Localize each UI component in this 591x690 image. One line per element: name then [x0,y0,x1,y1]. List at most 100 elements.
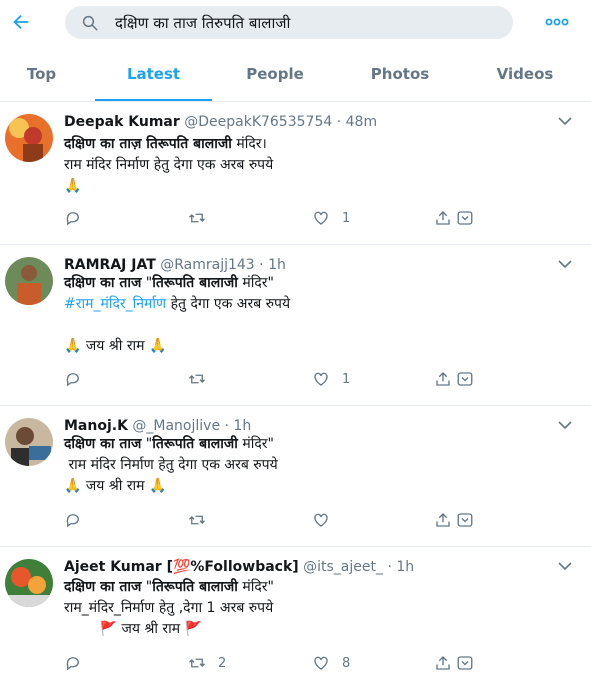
tab-videos[interactable]: Videos [465,48,585,101]
more-icon[interactable] [545,12,569,32]
tab-label: Videos [496,65,554,83]
save-button[interactable] [456,510,474,530]
like-button[interactable]: 1 [312,208,350,228]
avatar[interactable] [5,114,53,162]
like-icon [314,211,328,225]
tab-label: Latest [126,65,181,83]
search-input[interactable]: दक्षिण का ताज तिरुपति बालाजी [115,13,290,33]
share-button[interactable] [434,653,452,673]
tweet-actions: 1 [64,208,484,228]
tweet-text-line: राम मंदिर निर्माण हेतु देगा एक अरब रुपये [64,457,278,473]
tweet-text-bold: दक्षिण का ताज [64,436,142,452]
caret-down-icon[interactable] [558,561,572,571]
share-icon [436,211,450,225]
reply-icon [66,657,79,671]
tweet[interactable]: Deepak Kumar @DeepakK76535754 · 48m दक्ष… [0,102,591,245]
tweet-text-bold: तिरूपति बालाजी [152,275,238,291]
save-icon [457,211,473,225]
avatar[interactable] [5,418,53,466]
tweet-text-part: हेतु देगा एक अरब रुपये [166,296,291,312]
tweet-text-bold: दक्षिण का ताज [64,579,142,595]
tweet[interactable]: RAMRAJ JAT @Ramrajj143 · 1h दक्षिण का ता… [0,245,591,406]
tweet-text-bold: तिरूपति बालाजी [152,436,238,452]
search-box[interactable]: दक्षिण का ताज तिरुपति बालाजी [65,6,513,39]
share-button[interactable] [434,510,452,530]
tweet-text-line: राम_मंदिर_निर्माण हेतु ,देगा 1 अरब रुपये [64,600,274,616]
reply-button[interactable] [64,653,94,673]
like-count: 1 [342,210,351,226]
tweet-text: दक्षिण का ताज "तिरूपति बालाजी मंदिर" राम… [64,577,274,640]
separator: · [259,257,264,273]
tab-latest[interactable]: Latest [95,48,212,101]
separator: · [387,559,392,575]
share-icon [436,513,450,527]
retweet-button[interactable]: 2 [188,653,226,673]
reply-icon [66,212,79,226]
tweet-text: दक्षिण का ताज "तिरूपति बालाजी मंदिर" #रा… [64,273,290,357]
author-handle[interactable]: @its_ajeet_ [303,559,383,575]
save-button[interactable] [456,208,474,228]
tweet-text-bold: दक्षिण का ताज [64,275,142,291]
save-button[interactable] [456,369,474,389]
save-icon [457,513,473,527]
retweet-icon [189,515,205,525]
share-icon [436,656,450,670]
like-icon [314,513,328,527]
caret-down-icon[interactable] [558,259,572,269]
author-handle[interactable]: @Ramrajj143 [160,257,254,273]
author-name[interactable]: Deepak Kumar [64,114,180,130]
retweet-count: 2 [218,655,227,671]
save-icon [457,372,473,386]
share-button[interactable] [434,369,452,389]
caret-down-icon[interactable] [558,420,572,430]
author-name[interactable]: RAMRAJ JAT [64,257,156,273]
save-button[interactable] [456,653,474,673]
timestamp[interactable]: 1h [396,559,414,575]
tab-top[interactable]: Top [0,48,83,101]
tweet-text-part: मंदिर" [237,579,274,595]
tweet-actions: 2 8 [64,653,484,673]
share-button[interactable] [434,208,452,228]
caret-down-icon[interactable] [558,116,572,126]
like-button[interactable]: 8 [312,653,350,673]
reply-button[interactable] [64,208,94,228]
tweet-text-line: 🙏 जय श्री राम 🙏 [64,338,167,354]
retweet-button[interactable] [188,369,218,389]
tweet-header: RAMRAJ JAT @Ramrajj143 · 1h [64,257,286,273]
retweet-icon [189,213,205,223]
tweet-text-part: मंदिर। [231,136,267,152]
like-icon [314,656,328,670]
like-button[interactable]: 1 [312,369,350,389]
tweet[interactable]: Ajeet Kumar [💯%Followback] @its_ajeet_ ·… [0,547,591,690]
active-tab-indicator [95,99,212,101]
tweet[interactable]: Manoj.K @_Manojlive · 1h दक्षिण का ताज "… [0,406,591,547]
like-icon [314,372,328,386]
avatar[interactable] [5,559,53,607]
tweet-header: Ajeet Kumar [💯%Followback] @its_ajeet_ ·… [64,559,414,575]
tab-people[interactable]: People [215,48,335,101]
author-name[interactable]: Manoj.K [64,418,128,434]
tweet-header: Manoj.K @_Manojlive · 1h [64,418,251,434]
reply-button[interactable] [64,369,94,389]
back-arrow-icon[interactable] [10,11,32,33]
avatar[interactable] [5,257,53,305]
author-handle[interactable]: @_Manojlive [132,418,220,434]
tweet-actions: 1 [64,369,484,389]
author-handle[interactable]: @DeepakK76535754 [184,114,332,130]
search-icon [82,15,98,31]
author-name[interactable]: Ajeet Kumar [💯%Followback] [64,559,299,575]
hashtag-link[interactable]: #राम_मंदिर_निर्माण [64,296,166,312]
tab-photos[interactable]: Photos [340,48,460,101]
retweet-button[interactable] [188,208,218,228]
tab-label: People [246,65,304,83]
reply-icon [66,514,79,528]
timestamp[interactable]: 1h [268,257,286,273]
timestamp[interactable]: 48m [346,114,377,130]
like-button[interactable] [312,510,342,530]
separator: · [224,418,229,434]
tweet-text-line: 🙏 जय श्री राम 🙏 [64,478,167,494]
retweet-button[interactable] [188,510,218,530]
timestamp[interactable]: 1h [233,418,251,434]
reply-button[interactable] [64,510,94,530]
tweet-text-line: राम मंदिर निर्माण हेतु देगा एक अरब रुपये [64,157,274,173]
